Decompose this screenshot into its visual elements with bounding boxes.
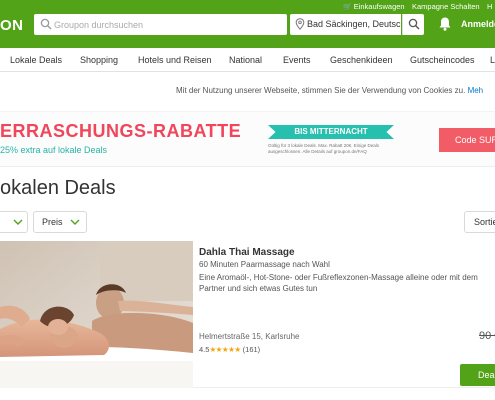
rating-value: 4.5 [199, 345, 210, 354]
search-submit-icon [408, 18, 420, 30]
bell-icon[interactable] [437, 16, 453, 32]
nav-geschenkideen[interactable]: Geschenkideen [330, 55, 393, 65]
review-count: (161) [242, 345, 261, 354]
deal-address: Helmertstraße 15, Karlsruhe [199, 332, 300, 341]
location-pin-icon [295, 18, 305, 30]
promo-code-badge: Code SUR [439, 128, 495, 152]
cart-link-label: Einkaufswagen [353, 2, 405, 11]
search-button[interactable] [402, 14, 424, 35]
promo-subtitle: 25% extra auf lokale Deals [0, 145, 108, 155]
login-link[interactable]: Anmelden [461, 19, 495, 29]
nav-more[interactable]: L [490, 55, 495, 65]
deal-title[interactable]: Dahla Thai Massage [199, 247, 295, 258]
price-filter-label: Preis [42, 217, 63, 227]
sort-dropdown[interactable]: Sortie [464, 211, 495, 233]
deal-card[interactable]: Dahla Thai Massage 60 Minuten Paarmassag… [0, 241, 495, 388]
promo-title: ERRASCHUNGS-RABATTE [0, 121, 242, 141]
cookie-message: Mit der Nutzung unserer Webseite, stimme… [176, 86, 483, 95]
cookie-notice: Mit der Nutzung unserer Webseite, stimme… [0, 73, 495, 107]
search-icon [40, 18, 52, 30]
promo-banner[interactable]: ERRASCHUNGS-RABATTE 25% extra auf lokale… [0, 111, 495, 167]
page-root: ON 🛒Einkaufswagen Kampagne Schalten H Ba… [0, 0, 495, 400]
nav-hotels-und-reisen[interactable]: Hotels und Reisen [138, 55, 212, 65]
promo-fine-print: Gültig für 3 lokale Deals. Max. Rabatt 2… [268, 143, 380, 154]
category-nav: Lokale Deals Shopping Hotels und Reisen … [0, 48, 495, 72]
location-field[interactable]: Bad Säckingen, Deutsch [290, 14, 401, 35]
search-box [34, 14, 287, 35]
location-value: Bad Säckingen, Deutsch [307, 19, 401, 29]
top-header: ON 🛒Einkaufswagen Kampagne Schalten H Ba… [0, 0, 495, 48]
nav-shopping[interactable]: Shopping [80, 55, 118, 65]
help-link[interactable]: H [487, 2, 492, 11]
massage-photo-illustration [0, 241, 193, 388]
star-rating-icon: ★★★★★ [209, 345, 241, 354]
campaign-link[interactable]: Kampagne Schalten [412, 2, 480, 11]
search-input[interactable] [54, 16, 282, 33]
sort-label: Sortie [474, 217, 495, 227]
cookie-text: Mit der Nutzung unserer Webseite, stimme… [176, 86, 466, 95]
deal-photo[interactable] [0, 241, 193, 388]
original-price: 90 € [479, 330, 495, 342]
price-filter-dropdown[interactable]: Preis [33, 211, 87, 233]
nav-lokale-deals[interactable]: Lokale Deals [10, 55, 62, 65]
nav-national[interactable]: National [229, 55, 262, 65]
promo-deadline-ribbon: BIS MITTERNACHT [268, 125, 394, 139]
cart-link[interactable]: 🛒 Einkaufswagen [343, 2, 405, 11]
chevron-down-icon [13, 219, 23, 225]
chevron-down-icon [70, 219, 80, 225]
page-title: okalen Deals [0, 177, 116, 199]
groupon-logo[interactable]: ON [0, 17, 24, 34]
nav-gutscheincodes[interactable]: Gutscheincodes [410, 55, 475, 65]
view-deal-button[interactable]: Dea [460, 364, 495, 386]
cookie-more-link[interactable]: Meh [468, 86, 484, 95]
category-filter-dropdown[interactable] [0, 211, 28, 233]
deal-subtitle: 60 Minuten Paarmassage nach Wahl [199, 260, 330, 269]
deal-rating: 4.5★★★★★ (161) [199, 345, 260, 354]
cart-icon: 🛒 [343, 4, 352, 11]
deal-description: Eine Aromaöl-, Hot-Stone- oder Fußreflex… [199, 273, 478, 293]
nav-events[interactable]: Events [283, 55, 311, 65]
